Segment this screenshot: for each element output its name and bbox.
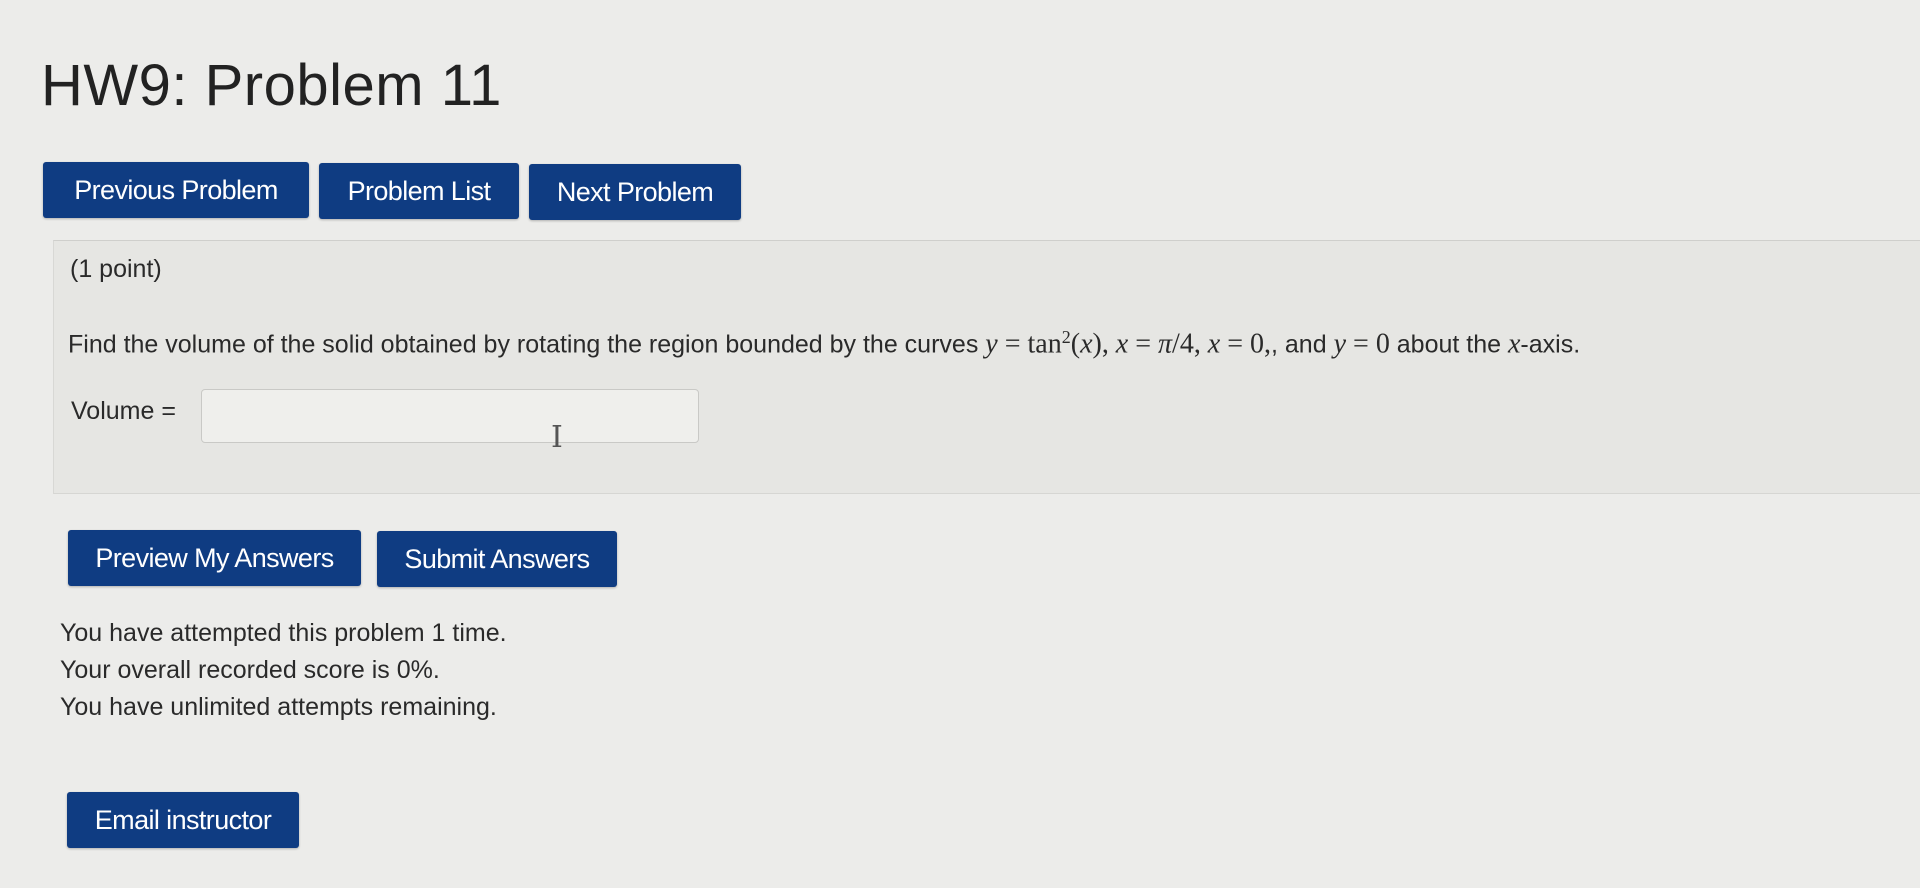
statement-and: , and	[1271, 330, 1327, 359]
math-y: y	[985, 328, 998, 360]
math-x-3: x	[1207, 328, 1221, 360]
math-exponent: 2	[1061, 327, 1071, 347]
math-x-axis-var: x	[1507, 328, 1521, 360]
email-instructor-button[interactable]: Email instructor	[67, 792, 299, 848]
math-equals-3: =	[1220, 328, 1251, 360]
text-cursor-icon: I	[551, 420, 563, 455]
page-title: HW9: Problem 11	[41, 53, 502, 118]
remaining-status: You have unlimited attempts remaining.	[60, 693, 497, 721]
next-problem-button[interactable]: Next Problem	[529, 164, 741, 220]
math-div4: /4,	[1172, 328, 1201, 360]
score-status: Your overall recorded score is 0%.	[60, 656, 440, 684]
math-x: x	[1080, 328, 1093, 360]
math-equals: =	[997, 328, 1028, 360]
math-paren-open: (	[1070, 328, 1081, 360]
statement-axis-suffix: -axis.	[1520, 330, 1581, 359]
volume-label: Volume =	[71, 397, 176, 425]
problem-list-button[interactable]: Problem List	[319, 163, 519, 219]
math-paren-close: ),	[1092, 328, 1109, 360]
math-zero: 0	[1375, 328, 1390, 360]
math-x-2: x	[1115, 328, 1129, 360]
preview-answers-button[interactable]: Preview My Answers	[68, 530, 361, 586]
problem-panel: (1 point) Find the volume of the solid o…	[53, 240, 1920, 494]
math-equals-4: =	[1346, 328, 1376, 360]
math-y-2: y	[1333, 328, 1347, 360]
problem-statement: Find the volume of the solid obtained by…	[68, 327, 1580, 360]
statement-about: about the	[1396, 330, 1502, 359]
math-pi: π	[1158, 328, 1173, 360]
statement-intro: Find the volume of the solid obtained by…	[68, 330, 979, 359]
math-zero-comma: 0,	[1250, 328, 1272, 360]
previous-problem-button[interactable]: Previous Problem	[43, 162, 309, 218]
attempts-status: You have attempted this problem 1 time.	[60, 619, 507, 647]
submit-answers-button[interactable]: Submit Answers	[377, 531, 617, 587]
math-equals-2: =	[1128, 328, 1159, 360]
math-tan: tan	[1027, 328, 1062, 360]
points-label: (1 point)	[70, 255, 162, 283]
volume-answer-input[interactable]	[201, 389, 699, 443]
